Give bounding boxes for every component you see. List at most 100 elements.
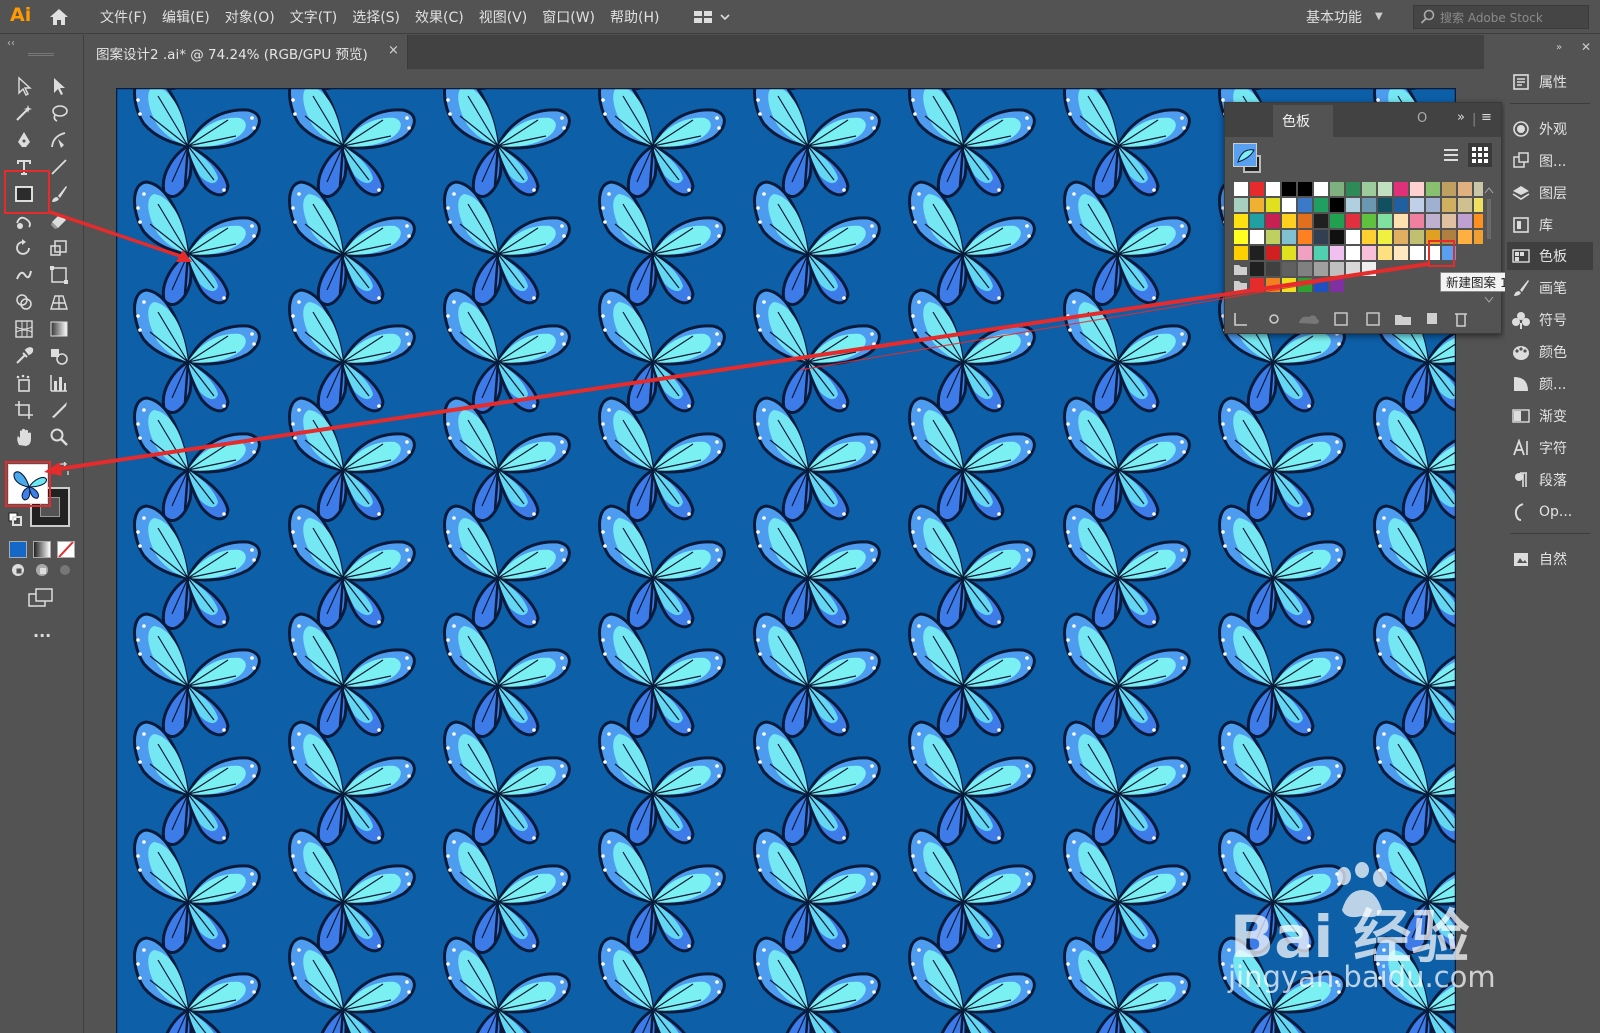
tab-opentype[interactable]: O [1417,111,1427,126]
rotate-tool[interactable] [10,234,38,261]
swatch[interactable] [1458,214,1472,228]
swatch[interactable] [1282,246,1296,260]
dock-item-libraries[interactable]: 库 [1507,211,1593,239]
swatch[interactable] [1234,230,1248,244]
swap-fill-stroke-icon[interactable] [56,462,70,476]
swatch[interactable] [1266,262,1280,276]
screen-mode-icon[interactable] [28,588,54,608]
swatch[interactable] [1426,182,1440,196]
swatch[interactable] [1346,262,1360,276]
swatch[interactable] [1314,214,1328,228]
swatch[interactable] [1410,214,1424,228]
swatch[interactable] [1394,182,1408,196]
curvature-tool[interactable] [45,126,73,153]
dock-item-opentype[interactable]: Op... [1507,498,1593,526]
menu-object[interactable]: 对象(O) [225,7,275,27]
collapse-arrows-icon[interactable]: ‹‹ [7,38,15,49]
blend-tool[interactable] [45,342,73,369]
swatch[interactable] [1314,182,1328,196]
swatch[interactable] [1282,214,1296,228]
swatch[interactable] [1474,214,1483,228]
dock-item-layers[interactable]: 图层 [1507,179,1593,207]
swatch[interactable] [1458,182,1472,196]
free-transform-tool[interactable] [45,261,73,288]
swatch[interactable] [1266,182,1280,196]
chevron-down-icon[interactable]: ▼ [1375,11,1383,22]
swatch[interactable] [1346,246,1360,260]
scale-tool[interactable] [45,234,73,261]
swatch[interactable] [1330,262,1344,276]
dock-item-swatches[interactable]: 色板 [1507,242,1593,270]
swatch[interactable] [1410,198,1424,212]
swatch[interactable] [1378,182,1392,196]
menu-effect[interactable]: 效果(C) [415,7,464,27]
swatch[interactable] [1458,230,1472,244]
swatch[interactable] [1378,230,1392,244]
swatch[interactable] [1282,182,1296,196]
gradient-tool[interactable] [45,315,73,342]
shape-builder-tool[interactable] [10,288,38,315]
swatch[interactable] [1346,182,1360,196]
eyedropper-tool[interactable] [10,342,38,369]
close-icon[interactable]: ✕ [1581,40,1591,54]
dock-item-color[interactable]: 颜色 [1507,338,1593,366]
menu-view[interactable]: 视图(V) [479,7,528,27]
stock-search-field[interactable]: 搜索 Adobe Stock [1413,5,1589,29]
default-fill-stroke-icon[interactable] [8,512,22,526]
pen-tool[interactable] [10,126,38,153]
swatch[interactable] [1298,182,1312,196]
swatch[interactable] [1298,230,1312,244]
swatch[interactable] [1330,198,1344,212]
swatch[interactable] [1474,198,1483,212]
swatch[interactable] [1330,214,1344,228]
swatch[interactable] [1314,246,1328,260]
swatch[interactable] [1314,278,1328,292]
dock-item-natural[interactable]: 自然 [1507,545,1593,573]
swatch[interactable] [1378,246,1392,260]
swatch[interactable] [1266,230,1280,244]
dock-item-paragraph[interactable]: 段落 [1507,466,1593,494]
swatch[interactable] [1346,198,1360,212]
swatch[interactable] [1298,198,1312,212]
swatch[interactable] [1298,246,1312,260]
swatch[interactable] [1426,198,1440,212]
menu-select[interactable]: 选择(S) [352,7,400,27]
swatch[interactable] [1250,198,1264,212]
swatch[interactable] [1330,246,1344,260]
swatch[interactable] [1266,278,1280,292]
list-view-icon[interactable] [1441,145,1461,165]
swatch[interactable] [1250,230,1264,244]
grid-view-button[interactable] [1468,143,1492,167]
dock-item-brushes[interactable]: 画笔 [1507,274,1593,302]
swatch[interactable] [1362,182,1376,196]
warp-tool[interactable] [10,261,38,288]
symbol-sprayer-tool[interactable] [10,369,38,396]
swatch[interactable] [1282,278,1296,292]
swatch[interactable] [1314,262,1328,276]
swatch[interactable] [1362,214,1376,228]
swatch[interactable] [1410,246,1424,260]
menu-type[interactable]: 文字(T) [290,7,337,27]
menu-help[interactable]: 帮助(H) [610,7,659,27]
swatch[interactable] [1394,198,1408,212]
lasso-tool[interactable] [45,99,73,126]
swatch[interactable] [1282,230,1296,244]
swatch[interactable] [1362,198,1376,212]
swatch[interactable] [1266,214,1280,228]
swatch[interactable] [1234,182,1248,196]
dock-item-properties[interactable]: 属性 [1507,68,1593,96]
swatch[interactable] [1314,198,1328,212]
swatch[interactable] [1474,230,1483,244]
menu-file[interactable]: 文件(F) [100,7,147,27]
panel-menu-icon[interactable]: ≡ [1481,110,1492,125]
slice-tool[interactable] [45,396,73,423]
workspace-switcher[interactable]: 基本功能 [1306,7,1362,27]
arrange-documents-icon[interactable] [693,9,733,25]
swatch[interactable] [1474,182,1483,196]
swatch[interactable] [1410,230,1424,244]
swatch[interactable] [1266,198,1280,212]
swatch[interactable] [1362,230,1376,244]
color-mode-button[interactable] [9,541,27,558]
mesh-tool[interactable] [10,315,38,342]
swatch[interactable] [1394,230,1408,244]
